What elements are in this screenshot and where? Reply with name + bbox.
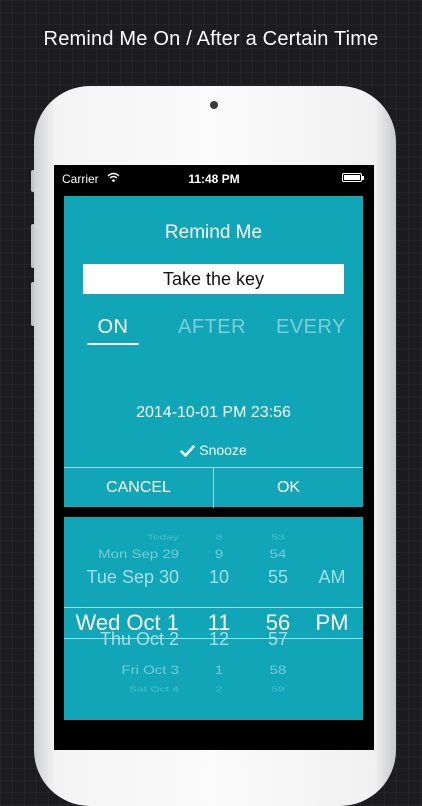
picker-date-item[interactable]: Today xyxy=(147,533,179,540)
datetime-picker[interactable]: Today Mon Sep 29 Tue Sep 30 Wed Oct 1 Thu Oc… xyxy=(64,517,363,720)
status-time: 11:48 PM xyxy=(188,172,240,186)
picker-minute-item[interactable]: 55 xyxy=(248,568,308,586)
picker-date-item[interactable]: Thu Oct 2 xyxy=(100,630,179,648)
reminder-card: Remind Me ON AFTER EVERY 2014-10-01 PM 2… xyxy=(64,196,363,508)
picker-hour-item[interactable]: 10 xyxy=(192,568,246,586)
snooze-label: Snooze xyxy=(199,442,247,458)
headline: Remind Me On / After a Certain Time xyxy=(43,28,379,50)
tab-every[interactable]: EVERY xyxy=(276,316,346,339)
picker-minute-item[interactable]: 54 xyxy=(248,548,308,560)
picker-minute-item[interactable]: 53 xyxy=(248,533,308,540)
picker-hour-item[interactable]: 8 xyxy=(192,533,246,540)
tab-after[interactable]: AFTER xyxy=(178,316,246,339)
picker-hour-item[interactable]: 9 xyxy=(192,548,246,560)
picker-minute-item[interactable]: 59 xyxy=(248,685,308,692)
tab-on-underline xyxy=(87,343,139,345)
tab-on[interactable]: ON xyxy=(87,316,139,339)
status-bar: Carrier 11:48 PM xyxy=(54,165,374,191)
picker-minute-item[interactable]: 57 xyxy=(248,630,308,648)
picker-date-item[interactable]: Sat Oct 4 xyxy=(129,685,179,692)
picker-hour-item[interactable]: 1 xyxy=(192,664,246,676)
front-camera-dot xyxy=(210,101,218,109)
battery-icon xyxy=(342,173,364,182)
picker-date-item[interactable]: Fri Oct 3 xyxy=(121,664,179,676)
reminder-datetime: 2014-10-01 PM 23:56 xyxy=(136,404,291,421)
snooze-toggle[interactable]: Snooze xyxy=(64,442,363,458)
card-title: Remind Me xyxy=(164,222,263,243)
picker-ampm-item[interactable]: PM xyxy=(302,612,362,634)
checkmark-icon xyxy=(180,445,196,457)
task-input[interactable] xyxy=(83,264,344,294)
picker-ampm-item[interactable]: AM xyxy=(302,568,362,586)
card-actions: CANCEL OK xyxy=(64,467,363,508)
picker-date-item[interactable]: Mon Sep 29 xyxy=(98,548,179,560)
picker-hour-item[interactable]: 12 xyxy=(192,630,246,648)
picker-minute-item[interactable]: 58 xyxy=(248,664,308,676)
picker-hour-item[interactable]: 2 xyxy=(192,685,246,692)
cancel-button[interactable]: CANCEL xyxy=(64,468,214,508)
picker-date-item[interactable]: Tue Sep 30 xyxy=(87,568,179,586)
ok-button[interactable]: OK xyxy=(214,468,363,508)
phone-screen: Carrier 11:48 PM Remind Me ON AFTER EVER… xyxy=(54,165,374,750)
